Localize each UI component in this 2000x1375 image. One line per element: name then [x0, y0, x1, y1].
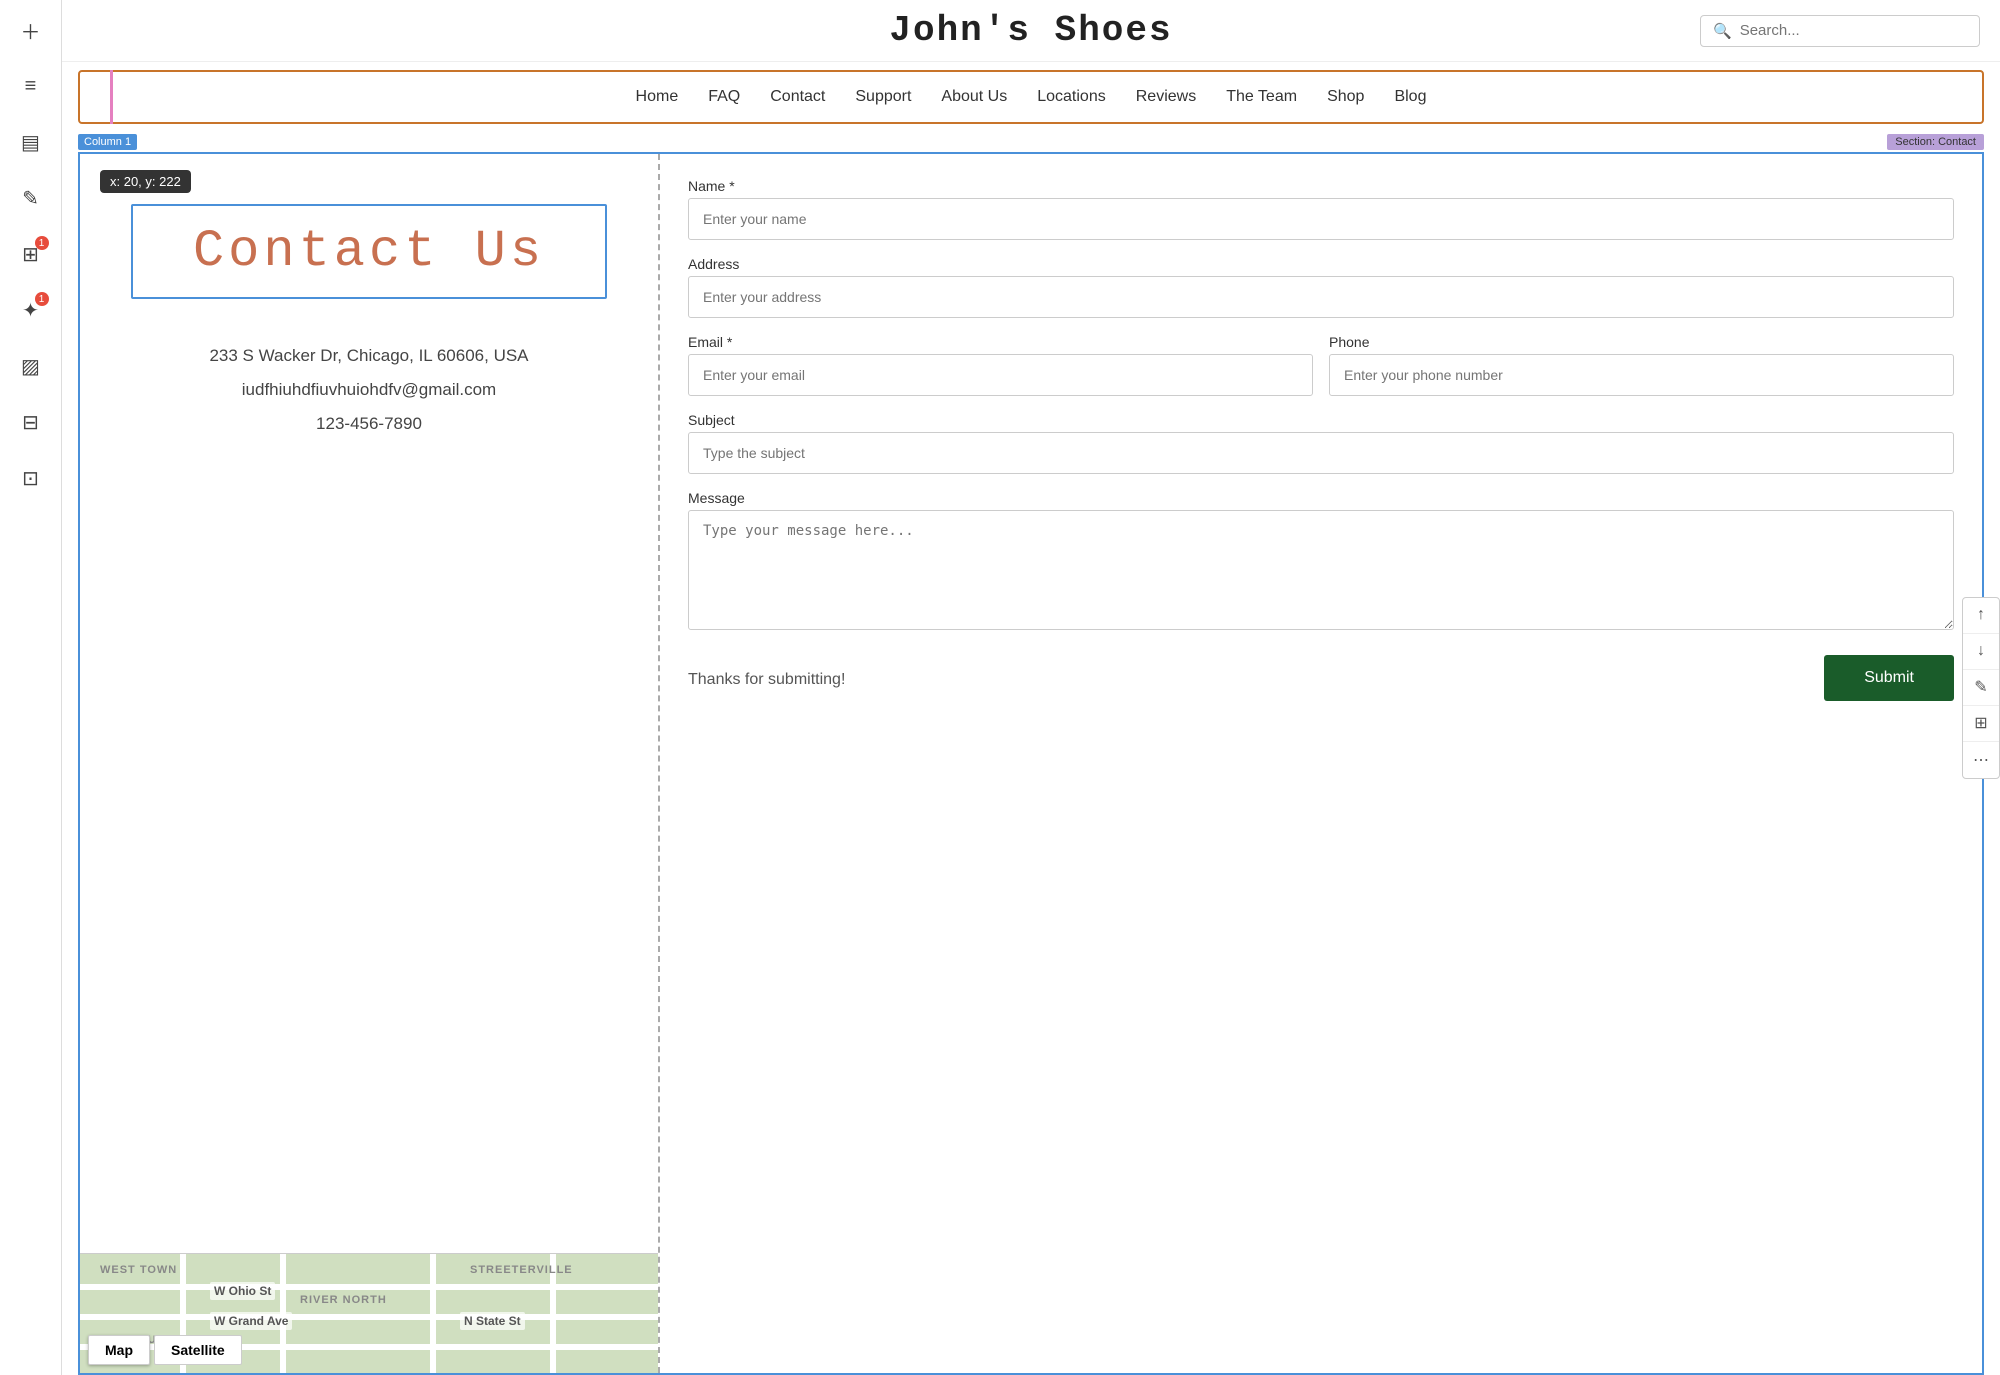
- subject-field-group: Subject: [688, 412, 1954, 474]
- address-label: Address: [688, 256, 1954, 272]
- more-button[interactable]: ⋯: [1963, 742, 1999, 778]
- email-label: Email *: [688, 334, 1313, 350]
- scroll-down-button[interactable]: ↓: [1963, 634, 1999, 670]
- nav-contact[interactable]: Contact: [770, 88, 825, 106]
- email-phone-row: Email * Phone: [688, 334, 1954, 412]
- phone-field-group: Phone: [1329, 334, 1954, 396]
- address-field-group: Address: [688, 256, 1954, 318]
- phone-input[interactable]: [1329, 354, 1954, 396]
- nav-reviews[interactable]: Reviews: [1136, 88, 1196, 106]
- nav-the-team[interactable]: The Team: [1226, 88, 1297, 106]
- subject-label: Subject: [688, 412, 1954, 428]
- apps-icon[interactable]: ⊞ 1: [13, 236, 49, 272]
- layout-button[interactable]: ⊞: [1963, 706, 1999, 742]
- search-input[interactable]: [1740, 22, 1967, 39]
- left-sidebar: ＋ ≡ ▤ ✎ ⊞ 1 ✦ 1 ▨ ⊟ ⊡: [0, 0, 62, 1375]
- contact-title: Contact Us: [193, 222, 545, 281]
- map-neighborhood-streeterville: STREETERVILLE: [470, 1264, 573, 1276]
- email-input[interactable]: [688, 354, 1313, 396]
- left-panel: x: 20, y: 222 Contact Us 233 S Wacker Dr…: [80, 154, 660, 1373]
- section-label: Section: Contact: [1887, 134, 1984, 150]
- message-label: Message: [688, 490, 1954, 506]
- street-label-ohio: W Ohio St: [210, 1282, 275, 1300]
- main-area: John's Shoes 🔍 Home FAQ Contact Support …: [62, 0, 2000, 1375]
- content-area: x: 20, y: 222 Contact Us 233 S Wacker Dr…: [78, 152, 1984, 1375]
- search-icon: 🔍: [1713, 22, 1732, 40]
- column-label: Column 1: [78, 134, 137, 150]
- edit-button[interactable]: ✎: [1963, 670, 1999, 706]
- badge-count: 1: [35, 236, 49, 250]
- name-input[interactable]: [688, 198, 1954, 240]
- map-section: WEST TOWN RIVER NORTH W Ohio St W Grand …: [80, 1253, 658, 1373]
- message-field-group: Message: [688, 490, 1954, 635]
- contact-address: 233 S Wacker Dr, Chicago, IL 60606, USA: [209, 339, 528, 373]
- map-road: [80, 1314, 658, 1320]
- address-input[interactable]: [688, 276, 1954, 318]
- map-neighborhood-west-town: WEST TOWN: [100, 1264, 177, 1276]
- nav-wrapper: Home FAQ Contact Support About Us Locati…: [78, 70, 1984, 124]
- nav-home[interactable]: Home: [636, 88, 679, 106]
- contact-email: iudfhiuhdfiuvhuiohdfv@gmail.com: [209, 373, 528, 407]
- message-input[interactable]: [688, 510, 1954, 630]
- contact-phone: 123-456-7890: [209, 407, 528, 441]
- nav-locations[interactable]: Locations: [1037, 88, 1106, 106]
- map-tab-map[interactable]: Map: [88, 1335, 150, 1365]
- phone-label: Phone: [1329, 334, 1954, 350]
- form-footer: Thanks for submitting! Submit: [688, 651, 1954, 701]
- contact-title-box: Contact Us: [131, 204, 607, 299]
- coord-tooltip: x: 20, y: 222: [100, 170, 191, 193]
- menu-icon[interactable]: ≡: [13, 68, 49, 104]
- name-label: Name *: [688, 178, 1954, 194]
- section-labels: Column 1 Section: Contact: [62, 132, 2000, 152]
- site-title: John's Shoes: [82, 10, 1980, 51]
- scroll-up-button[interactable]: ↑: [1963, 598, 1999, 634]
- map-tab-satellite[interactable]: Satellite: [154, 1335, 242, 1365]
- document-icon[interactable]: ▤: [13, 124, 49, 160]
- nav-blog[interactable]: Blog: [1394, 88, 1426, 106]
- grid-icon[interactable]: ⊟: [13, 404, 49, 440]
- nav-shop[interactable]: Shop: [1327, 88, 1364, 106]
- contact-info: 233 S Wacker Dr, Chicago, IL 60606, USA …: [209, 339, 528, 441]
- subject-input[interactable]: [688, 432, 1954, 474]
- name-field-group: Name *: [688, 178, 1954, 240]
- map-road: [80, 1284, 658, 1290]
- map-neighborhood-river-north: RIVER NORTH: [300, 1294, 387, 1306]
- plus-icon[interactable]: ＋: [13, 12, 49, 48]
- brush-icon[interactable]: ✎: [13, 180, 49, 216]
- portfolio-icon[interactable]: ⊡: [13, 460, 49, 496]
- badge-count: 1: [35, 292, 49, 306]
- street-label-grand: W Grand Ave: [210, 1312, 292, 1330]
- puzzle-icon[interactable]: ✦ 1: [13, 292, 49, 328]
- nav-faq[interactable]: FAQ: [708, 88, 740, 106]
- nav-about[interactable]: About Us: [941, 88, 1007, 106]
- submit-button[interactable]: Submit: [1824, 655, 1954, 701]
- image-icon[interactable]: ▨: [13, 348, 49, 384]
- thanks-text: Thanks for submitting!: [688, 671, 845, 689]
- edge-controls: ↑ ↓ ✎ ⊞ ⋯: [1962, 597, 2000, 779]
- email-field-group: Email *: [688, 334, 1313, 396]
- map-tabs: Map Satellite: [88, 1335, 242, 1365]
- map-road: [430, 1254, 436, 1373]
- nav-bar: Home FAQ Contact Support About Us Locati…: [96, 78, 1966, 116]
- header: John's Shoes 🔍: [62, 0, 2000, 62]
- nav-support[interactable]: Support: [855, 88, 911, 106]
- street-label-state: N State St: [460, 1312, 525, 1330]
- contact-form-panel: Name * Address Email * Phone Subject: [660, 154, 1982, 1373]
- search-bar[interactable]: 🔍: [1700, 15, 1980, 47]
